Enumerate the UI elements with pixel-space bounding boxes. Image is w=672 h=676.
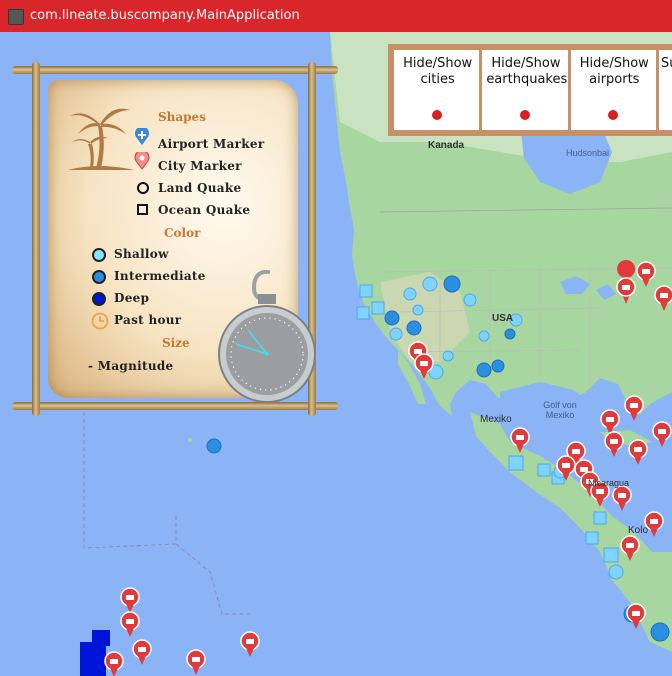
toggle-cities-button[interactable]: Hide/Show cities [394, 50, 480, 130]
land-quake-icon [137, 182, 149, 194]
map-label-usa: USA [492, 313, 514, 324]
map-label-canada: Kanada [428, 140, 465, 151]
legend-magnitude: - Magnitude [88, 359, 174, 373]
window-titlebar: com.lineate.buscompany.MainApplication [0, 0, 672, 32]
land-quake-marker [463, 293, 477, 307]
ocean-quake-marker [603, 547, 619, 563]
palm-tree-icon [68, 108, 134, 170]
ocean-quake-marker [537, 463, 551, 477]
layer-toggle-panel: Hide/Show cities Hide/Show earthquakes H… [388, 44, 672, 136]
city-marker [132, 639, 152, 665]
land-quake-marker [608, 564, 624, 580]
ocean-quake-marker [593, 511, 607, 525]
land-quake-marker [442, 350, 454, 362]
toggle-airports-label: Hide/Show airports [579, 56, 649, 87]
land-quake-marker [491, 359, 505, 373]
map-label-colombia: Kolo [628, 525, 649, 536]
legend-shallow: Shallow [114, 247, 169, 261]
city-marker [628, 439, 648, 465]
toggle-earthquakes-label: Hide/Show earthquakes [486, 56, 568, 87]
toggle-cities-label: Hide/Show cities [403, 56, 473, 87]
land-quake-marker [384, 310, 400, 326]
land-quake-marker [206, 438, 222, 454]
ocean-quake-marker [356, 306, 370, 320]
window-title: com.lineate.buscompany.MainApplication [30, 8, 300, 23]
land-quake-marker [406, 320, 422, 336]
ocean-quake-marker [508, 455, 524, 471]
map-label-gulf: Golf von Mexiko [543, 400, 577, 420]
city-marker [624, 395, 644, 421]
land-quake-marker [422, 276, 438, 292]
ocean-quake-icon [137, 204, 148, 215]
legend-intermediate: Intermediate [114, 269, 206, 283]
city-marker [604, 431, 624, 457]
ocean-quake-marker [585, 531, 599, 545]
city-marker [186, 649, 206, 675]
legend-ocean-quake: Ocean Quake [158, 203, 251, 217]
legend-land-quake: Land Quake [158, 181, 242, 195]
intermediate-icon [92, 270, 106, 284]
toggle-earthquakes-indicator [519, 110, 530, 120]
app-icon [8, 9, 24, 25]
land-quake-marker [389, 327, 403, 341]
city-marker [120, 611, 140, 637]
deep-quake-marker [80, 642, 106, 676]
toggle-extra-label: Su co [660, 56, 672, 71]
deep-icon [92, 292, 106, 306]
city-marker [240, 631, 260, 657]
city-marker [612, 485, 632, 511]
clock-icon [91, 312, 109, 330]
bamboo-frame-left [32, 62, 40, 416]
toggle-airports-indicator [608, 110, 619, 120]
land-quake-marker [476, 362, 492, 378]
bamboo-frame-top [12, 66, 338, 74]
land-quake-marker [403, 287, 417, 301]
land-quake-marker [478, 330, 490, 342]
airport-marker-icon [135, 128, 149, 145]
map-label-hudson-bay: Hudsonbai [566, 148, 610, 158]
map-label-nicaragua: Nicaragua [588, 478, 630, 488]
ocean-quake-marker [359, 284, 373, 298]
ocean-quake-marker [371, 301, 385, 315]
toggle-cities-indicator [431, 110, 442, 120]
city-marker-icon [134, 152, 150, 170]
deep-quake-marker [92, 630, 110, 646]
legend-color-heading: Color [164, 226, 201, 240]
land-quake-marker [443, 275, 461, 293]
toggle-extra-button[interactable]: Su co [658, 50, 672, 130]
land-quake-marker [412, 304, 424, 316]
stopwatch-icon [218, 270, 316, 403]
shallow-icon [92, 248, 106, 262]
city-marker [104, 651, 124, 676]
map-label-mexico: Mexiko [480, 414, 512, 425]
legend-size-heading: Size [162, 336, 190, 350]
city-marker [652, 421, 672, 447]
legend-shapes-heading: Shapes [158, 110, 206, 124]
legend-past-hour: Past hour [114, 313, 182, 327]
legend-deep: Deep [114, 291, 150, 305]
toggle-earthquakes-button[interactable]: Hide/Show earthquakes [482, 50, 568, 130]
toggle-airports-button[interactable]: Hide/Show airports [570, 50, 656, 130]
city-marker [120, 587, 140, 613]
land-quake-marker [650, 622, 670, 642]
land-quake-marker [504, 328, 516, 340]
legend-airport-marker: Airport Marker [158, 137, 265, 151]
legend-city-marker: City Marker [158, 159, 242, 173]
